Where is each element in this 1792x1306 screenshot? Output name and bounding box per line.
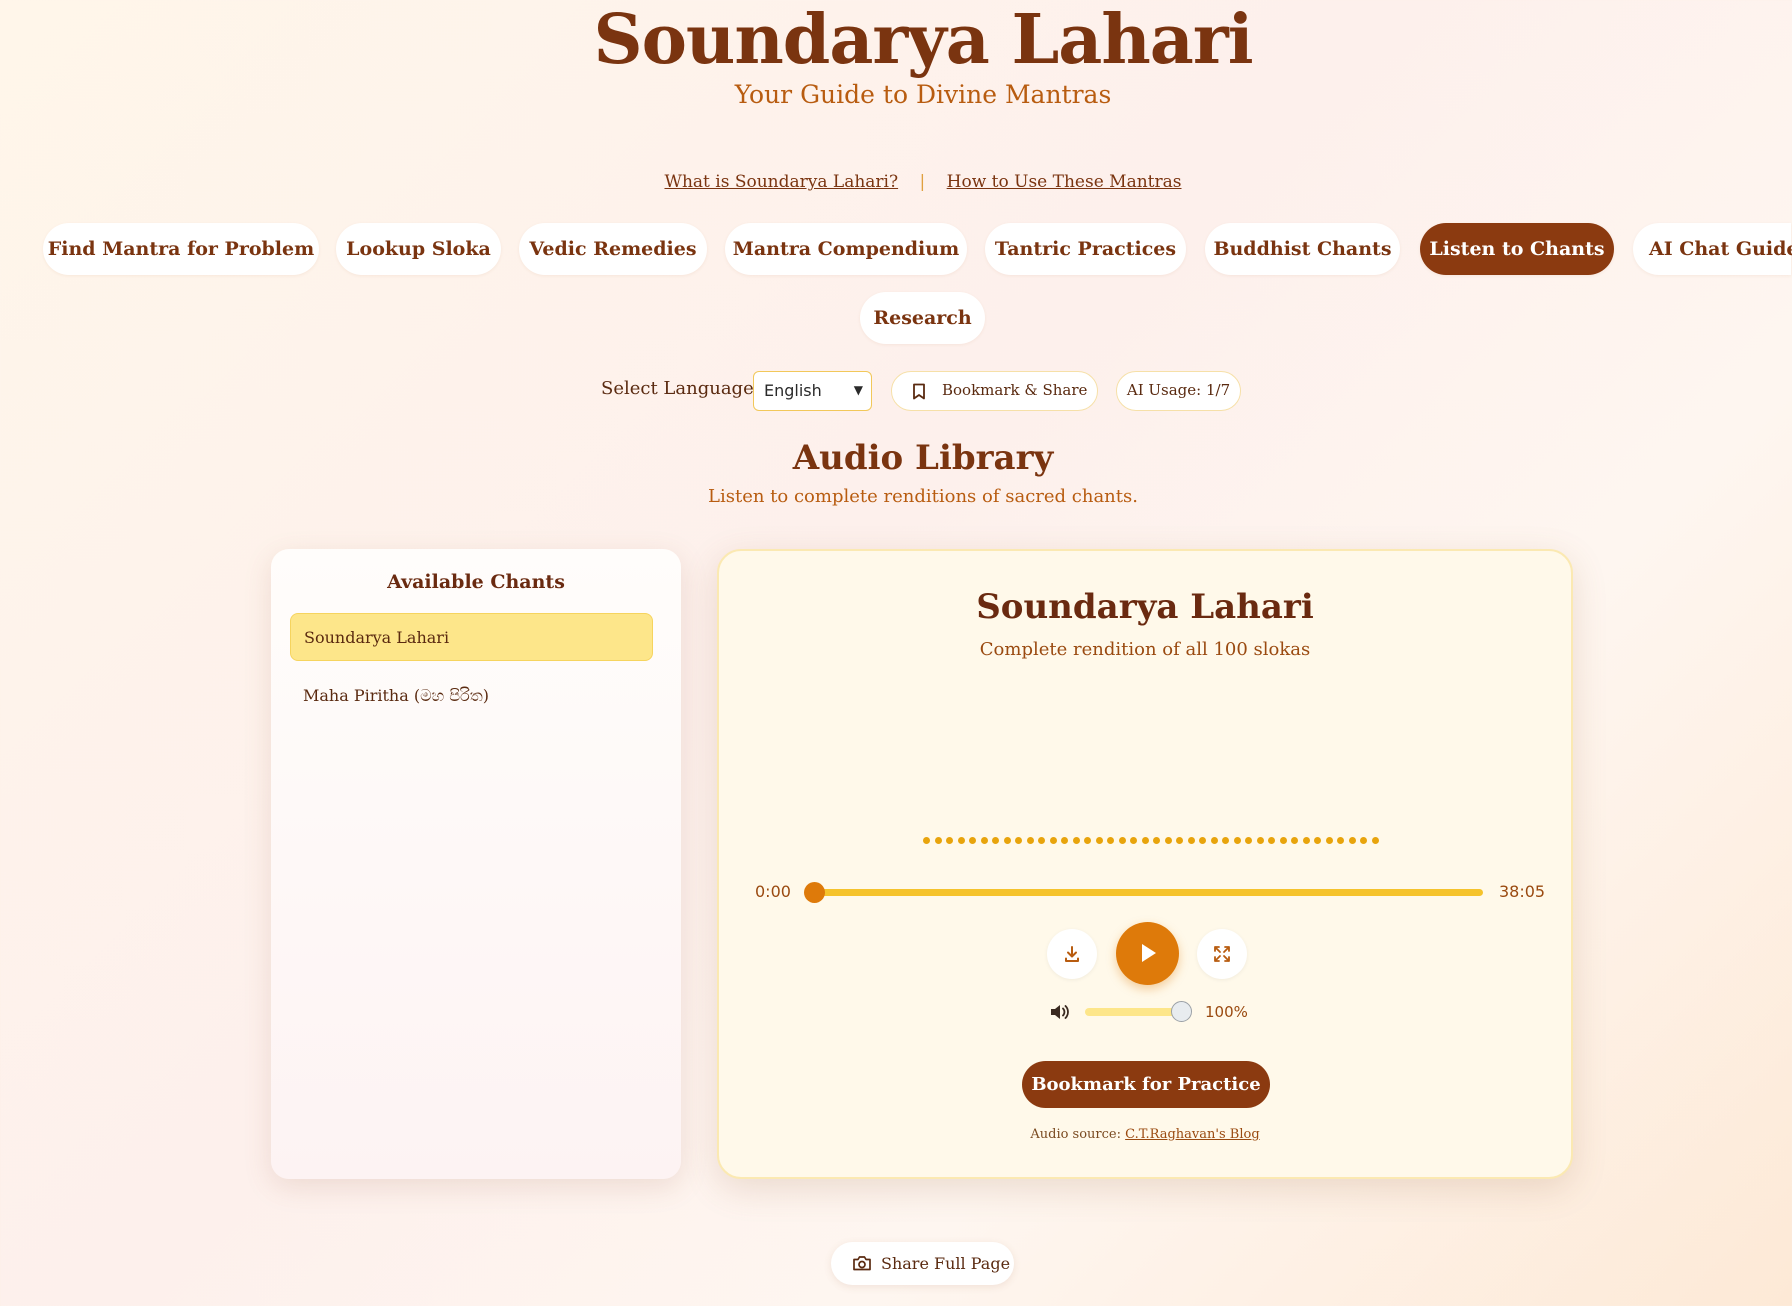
available-chants-heading: Available Chants xyxy=(387,571,565,593)
download-button[interactable] xyxy=(1047,929,1097,979)
waveform-dot xyxy=(1038,837,1045,844)
player-description: Complete rendition of all 100 slokas xyxy=(979,639,1311,660)
waveform-dot xyxy=(1141,837,1149,844)
audio-player: Soundarya Lahari Complete rendition of a… xyxy=(717,549,1573,1179)
waveform-dot xyxy=(1061,837,1068,844)
fullscreen-button[interactable] xyxy=(1197,929,1247,979)
waveform-dot xyxy=(946,837,953,844)
progress-bar[interactable] xyxy=(811,889,1483,896)
info-links: What is Soundarya Lahari? | How to Use T… xyxy=(0,172,1792,192)
waveform-dot xyxy=(1256,837,1264,844)
waveform-dot xyxy=(1153,837,1160,844)
waveform-dot xyxy=(1371,837,1379,844)
progress-handle[interactable] xyxy=(804,882,825,903)
waveform-dot xyxy=(1107,837,1114,844)
bookmark-for-practice-button[interactable]: Bookmark for Practice xyxy=(1022,1061,1270,1108)
waveform-dot xyxy=(1360,837,1367,844)
tab-ai-chat-guide[interactable]: AI Chat Guide xyxy=(1633,223,1792,275)
waveform-dot xyxy=(1130,837,1137,844)
audio-source-link[interactable]: C.T.Raghavan's Blog xyxy=(1125,1127,1260,1142)
waveform-dot xyxy=(992,837,999,844)
language-value: English xyxy=(764,381,822,400)
waveform-dot xyxy=(934,837,942,844)
waveform-dot xyxy=(1245,837,1252,844)
waveform-dot xyxy=(1003,837,1011,844)
share-full-page-label: Share Full Page xyxy=(881,1254,1011,1273)
chevron-down-icon: ▼ xyxy=(853,383,863,397)
waveform-dot xyxy=(1222,837,1229,844)
waveform-dot xyxy=(1233,837,1241,844)
waveform-dots xyxy=(923,837,1383,847)
audio-source: Audio source: C.T.Raghavan's Blog xyxy=(719,1127,1571,1142)
volume-icon[interactable] xyxy=(1049,1003,1069,1021)
waveform-dot xyxy=(1187,837,1195,844)
player-title: Soundarya Lahari xyxy=(976,587,1314,627)
volume-slider[interactable] xyxy=(1085,1008,1181,1016)
fullscreen-icon xyxy=(1214,946,1230,962)
download-icon xyxy=(1065,946,1079,962)
waveform-dot xyxy=(1176,837,1183,844)
waveform-dot xyxy=(1325,837,1333,844)
tab-research[interactable]: Research xyxy=(860,292,985,344)
waveform-dot xyxy=(1084,837,1091,844)
waveform-dot xyxy=(1348,837,1356,844)
waveform-dot xyxy=(1314,837,1321,844)
tab-tantric-practices[interactable]: Tantric Practices xyxy=(985,223,1186,275)
chant-item-maha-piritha[interactable]: Maha Piritha (මහ පිරිත) xyxy=(290,672,653,720)
waveform-dot xyxy=(1279,837,1287,844)
controls-row: Select Language: English ▼ Bookmark & Sh… xyxy=(0,370,1792,412)
what-is-link[interactable]: What is Soundarya Lahari? xyxy=(664,172,898,192)
tab-listen-to-chants[interactable]: Listen to Chants xyxy=(1420,223,1614,275)
play-button[interactable] xyxy=(1116,922,1179,985)
waveform-dot xyxy=(957,837,965,844)
waveform-dot xyxy=(1118,837,1126,844)
language-select[interactable]: English ▼ xyxy=(753,371,872,411)
app-subtitle: Your Guide to Divine Mantras xyxy=(734,80,1112,109)
available-chants-panel: Available Chants Soundarya Lahari Maha P… xyxy=(271,549,681,1179)
share-full-page-button[interactable]: Share Full Page xyxy=(831,1242,1014,1285)
waveform-dot xyxy=(1199,837,1206,844)
bookmark-share-button[interactable]: Bookmark & Share xyxy=(891,371,1098,411)
waveform-dot xyxy=(1268,837,1275,844)
how-to-use-link[interactable]: How to Use These Mantras xyxy=(947,172,1182,192)
play-icon xyxy=(1142,944,1156,962)
waveform-dot xyxy=(1302,837,1310,844)
waveform-dot xyxy=(1026,837,1034,844)
language-label: Select Language: xyxy=(601,378,760,399)
waveform-dot xyxy=(1164,837,1172,844)
volume-handle[interactable] xyxy=(1171,1001,1192,1022)
ai-usage-badge: AI Usage: 1/7 xyxy=(1116,371,1241,411)
tab-lookup-sloka[interactable]: Lookup Sloka xyxy=(336,223,501,275)
audio-source-prefix: Audio source: xyxy=(1030,1127,1121,1142)
waveform-dot xyxy=(969,837,976,844)
waveform-dot xyxy=(1337,837,1344,844)
link-separator: | xyxy=(919,172,926,192)
tab-find-mantra[interactable]: Find Mantra for Problem xyxy=(43,223,319,275)
waveform-dot xyxy=(1049,837,1057,844)
bookmark-icon xyxy=(913,383,925,400)
chant-item-soundarya-lahari[interactable]: Soundarya Lahari xyxy=(290,613,653,661)
waveform-dot xyxy=(980,837,988,844)
waveform-dot xyxy=(1291,837,1298,844)
waveform-dot xyxy=(1072,837,1080,844)
bookmark-share-label: Bookmark & Share xyxy=(942,381,1088,399)
waveform-dot xyxy=(1095,837,1103,844)
tab-buddhist-chants[interactable]: Buddhist Chants xyxy=(1205,223,1400,275)
volume-percent: 100% xyxy=(1205,1003,1248,1021)
waveform-dot xyxy=(1210,837,1218,844)
current-time: 0:00 xyxy=(755,882,791,901)
tab-vedic-remedies[interactable]: Vedic Remedies xyxy=(519,223,707,275)
section-title: Audio Library xyxy=(792,438,1054,478)
tab-mantra-compendium[interactable]: Mantra Compendium xyxy=(725,223,967,275)
duration-time: 38:05 xyxy=(1499,882,1546,901)
camera-icon xyxy=(853,1256,871,1271)
waveform-dot xyxy=(1015,837,1022,844)
section-subtitle: Listen to complete renditions of sacred … xyxy=(708,486,1138,507)
app-title: Soundarya Lahari xyxy=(593,0,1253,80)
waveform-dot xyxy=(923,837,930,844)
